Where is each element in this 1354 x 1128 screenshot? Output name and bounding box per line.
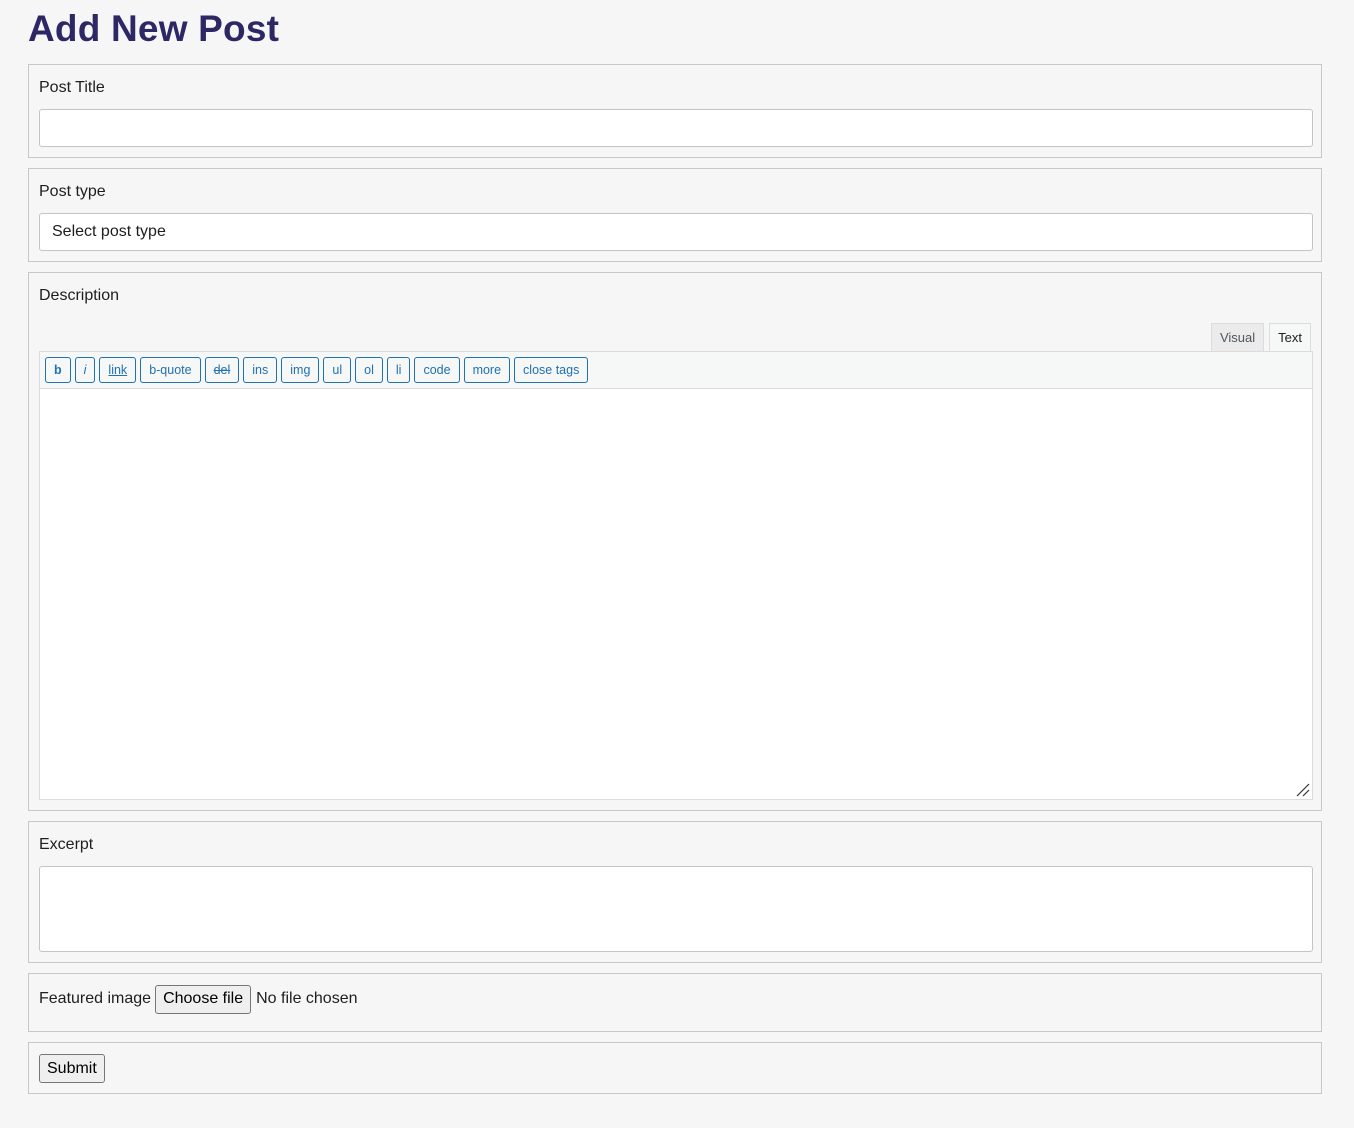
post-type-label: Post type [39,183,106,200]
choose-file-button[interactable]: Choose file [155,984,252,1014]
quicktag-ol-button[interactable]: ol [355,357,383,383]
description-textarea[interactable] [40,389,1312,799]
quicktag-li-button[interactable]: li [386,357,411,383]
post-title-label: Post Title [39,79,105,96]
quicktag-ul-button[interactable]: ul [323,357,352,383]
quicktag-del-button[interactable]: del [204,357,240,383]
editor-tabs: Visual Text [1210,323,1311,352]
excerpt-label: Excerpt [39,836,94,853]
quicktag-close-tags-button[interactable]: close tags [514,357,589,383]
featured-image-panel: Featured image Choose file No file chose… [28,973,1322,1032]
quicktags-toolbar: b i link b-quote del ins img ul ol li co… [40,352,1312,389]
submit-panel: Submit [28,1042,1322,1094]
description-label: Description [39,287,120,304]
quicktag-more-button[interactable]: more [463,357,511,383]
post-type-panel: Post type Select post type [28,168,1322,262]
file-status-text: No file chosen [256,990,358,1007]
excerpt-panel: Excerpt [28,821,1322,963]
description-panel: Description Visual Text b i link b-quote… [28,272,1322,811]
post-title-panel: Post Title [28,64,1322,158]
quicktag-blockquote-button[interactable]: b-quote [140,357,201,383]
post-type-select[interactable]: Select post type [39,213,1313,251]
submit-button[interactable]: Submit [39,1054,105,1083]
description-editor: b i link b-quote del ins img ul ol li co… [39,351,1313,800]
tab-visual[interactable]: Visual [1210,323,1265,351]
resize-grip-icon[interactable] [1296,783,1310,797]
quicktag-link-button[interactable]: link [99,357,137,383]
post-title-input[interactable] [39,109,1313,147]
page-title: Add New Post [28,8,280,49]
featured-image-label: Featured image [39,990,152,1007]
quicktag-img-button[interactable]: img [281,357,320,383]
add-post-page: Add New Post Post Title Post type Select… [0,0,1354,1128]
tab-text[interactable]: Text [1269,323,1311,351]
quicktag-code-button[interactable]: code [414,357,460,383]
quicktag-italic-button[interactable]: i [74,357,96,383]
excerpt-textarea[interactable] [39,866,1313,952]
quicktag-bold-button[interactable]: b [45,357,71,383]
quicktag-ins-button[interactable]: ins [243,357,278,383]
featured-image-row: Featured image Choose file No file chose… [39,984,358,1014]
